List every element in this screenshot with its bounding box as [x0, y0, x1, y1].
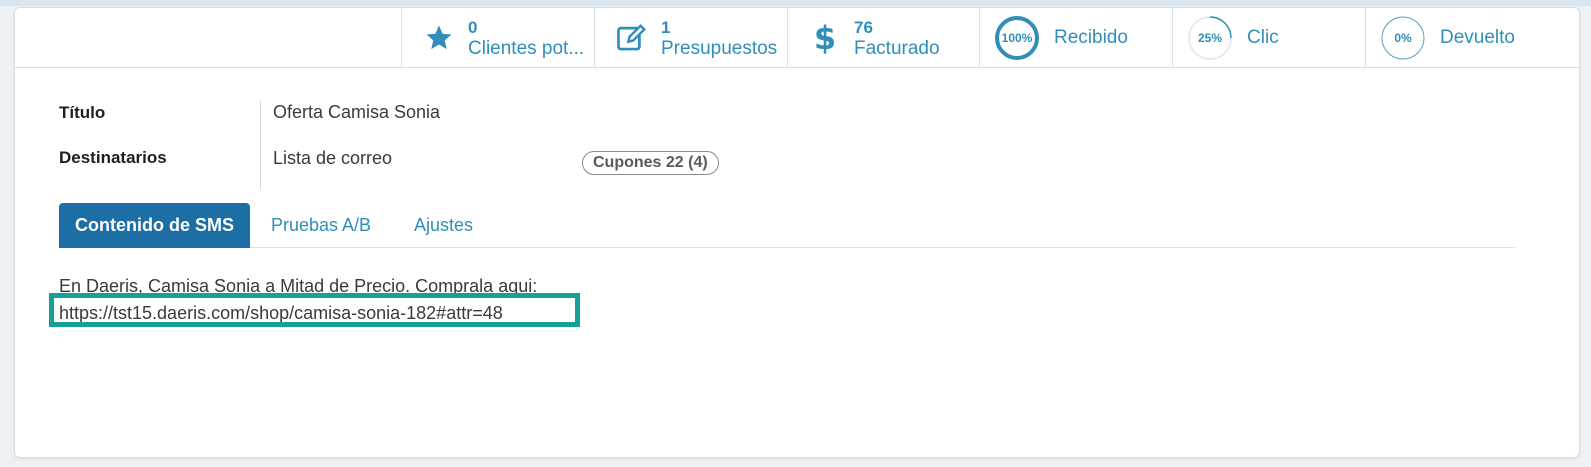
svg-text:25%: 25%	[1198, 31, 1222, 45]
leads-label: Clientes pot...	[468, 38, 585, 59]
edit-icon	[615, 21, 649, 55]
recipients-field[interactable]: Lista de correo	[273, 148, 392, 169]
top-strip	[0, 0, 1591, 6]
svg-text:0%: 0%	[1394, 31, 1412, 45]
stat-button-clicks[interactable]: 25% Clic	[1172, 8, 1365, 68]
stat-button-leads[interactable]: 0 Clientes pot...	[401, 8, 594, 68]
tab-ab-tests[interactable]: Pruebas A/B	[271, 203, 371, 248]
stat-button-quotations[interactable]: 1 Presupuestos	[594, 8, 787, 68]
bounced-gauge: 0%	[1380, 15, 1426, 61]
received-label: Recibido	[1054, 27, 1128, 48]
leads-count: 0	[468, 18, 478, 37]
tab-sms-content[interactable]: Contenido de SMS	[59, 203, 250, 248]
notebook-tabs: Contenido de SMS Pruebas A/B Ajustes	[59, 203, 1515, 248]
quotations-count: 1	[661, 18, 671, 37]
title-label: Título	[59, 103, 106, 122]
quotations-label: Presupuestos	[661, 38, 778, 59]
smart-button-box: 0 Clientes pot... 1 Presupuestos $ 76 Fa…	[15, 8, 1579, 68]
stat-button-invoiced[interactable]: $ 76 Facturado	[787, 8, 979, 68]
mailing-list-tag[interactable]: Cupones 22 (4)	[582, 151, 719, 175]
stat-button-bounced[interactable]: 0% Devuelto	[1365, 8, 1579, 68]
dollar-icon: $	[813, 19, 837, 57]
field-separator	[260, 101, 261, 189]
clicks-gauge: 25%	[1187, 15, 1233, 61]
svg-text:100%: 100%	[1002, 31, 1033, 45]
bounced-label: Devuelto	[1440, 27, 1515, 48]
received-gauge: 100%	[994, 15, 1040, 61]
star-icon	[422, 21, 456, 55]
invoiced-label: Facturado	[854, 38, 940, 59]
link-highlight-box	[49, 293, 580, 327]
recipients-label: Destinatarios	[59, 148, 167, 167]
tab-settings[interactable]: Ajustes	[414, 203, 473, 248]
stat-button-received[interactable]: 100% Recibido	[979, 8, 1172, 68]
form-sheet: 0 Clientes pot... 1 Presupuestos $ 76 Fa…	[14, 7, 1580, 458]
clicks-label: Clic	[1247, 27, 1279, 48]
invoiced-amount: 76	[854, 18, 873, 37]
title-field[interactable]: Oferta Camisa Sonia	[273, 102, 440, 123]
